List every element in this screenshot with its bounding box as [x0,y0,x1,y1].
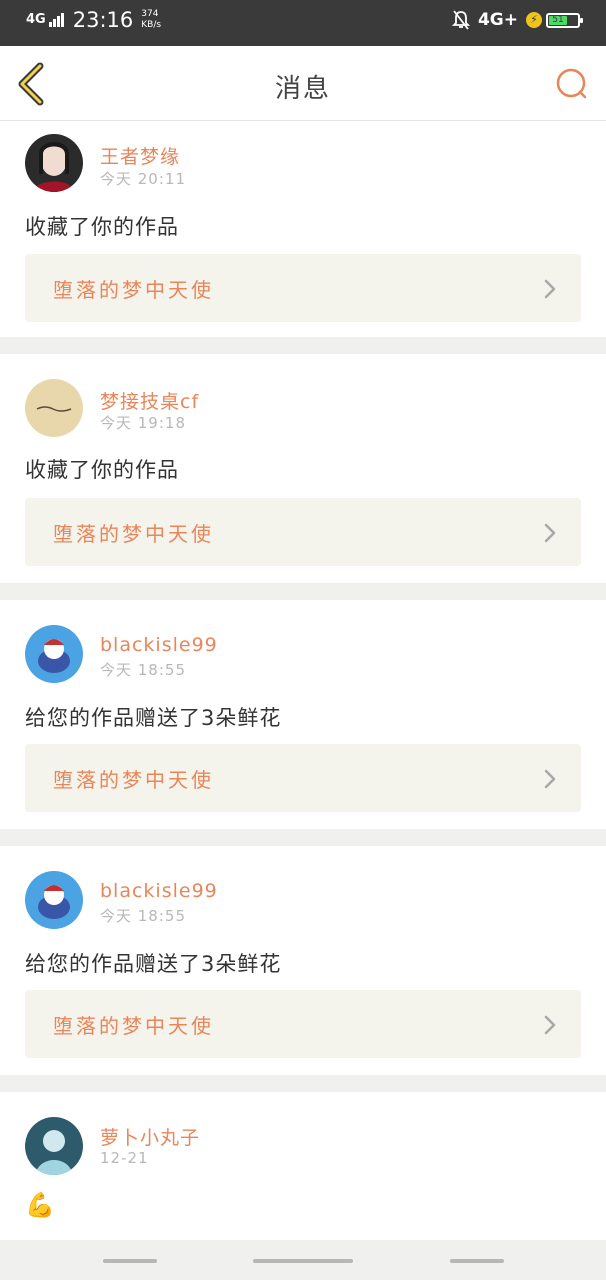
status-bar: 4G 23:16 374 KB/s 4G+ ⚡ 51 [0,0,606,46]
chevron-right-icon [544,1015,556,1035]
chevron-right-icon [544,769,556,789]
divider [0,1075,606,1092]
network-type-right: 4G+ [477,10,518,30]
divider [0,583,606,600]
network-type: 4G [26,12,46,27]
timestamp: 今天 18:55 [100,661,186,679]
divider [0,337,606,354]
message-list: 王者梦缘 今天 20:11 收藏了你的作品 堕落的梦中天使 梦接技桌cf 今天 … [0,121,606,1252]
message-item: 王者梦缘 今天 20:11 收藏了你的作品 堕落的梦中天使 [0,121,606,337]
work-title: 堕落的梦中天使 [53,522,214,546]
nav-back-button[interactable] [450,1259,504,1263]
work-link[interactable]: 堕落的梦中天使 [25,254,581,322]
avatar[interactable] [25,134,83,192]
clock: 23:16 [72,8,134,32]
timestamp: 今天 19:18 [100,414,186,432]
work-link[interactable]: 堕落的梦中天使 [25,744,581,812]
navigation-bar [0,1240,606,1280]
screen: 4G 23:16 374 KB/s 4G+ ⚡ 51 消息 王者梦缘 今天 20… [0,0,606,1280]
message-item: 梦接技桌cf 今天 19:18 收藏了你的作品 堕落的梦中天使 [0,354,606,583]
work-title: 堕落的梦中天使 [53,768,214,792]
avatar[interactable] [25,871,83,929]
speed-unit: KB/s [141,20,162,30]
header: 消息 [0,46,606,121]
nav-home-button[interactable] [253,1259,353,1263]
search-button[interactable] [554,66,590,102]
username[interactable]: 梦接技桌cf [100,387,199,414]
work-link[interactable]: 堕落的梦中天使 [25,990,581,1058]
message-text: 给您的作品赠送了3朵鲜花 [25,706,282,730]
message-text: 给您的作品赠送了3朵鲜花 [25,952,282,976]
chevron-right-icon [544,279,556,299]
work-link[interactable]: 堕落的梦中天使 [25,498,581,566]
avatar[interactable] [25,625,83,683]
battery-icon: 51 [546,12,583,28]
search-icon [556,68,587,99]
timestamp: 12-21 [100,1149,149,1167]
message-text: 收藏了你的作品 [25,458,179,482]
username[interactable]: 王者梦缘 [100,142,180,169]
network-speed: 374 KB/s [141,9,161,31]
message-item: blackisle99 今天 18:55 给您的作品赠送了3朵鲜花 堕落的梦中天… [0,600,606,829]
signal-icon [48,13,65,27]
timestamp: 今天 20:11 [100,170,186,188]
status-right: 4G+ ⚡ 51 [451,10,583,30]
battery-level: 51 [549,15,567,25]
timestamp: 今天 18:55 [100,907,186,925]
username[interactable]: blackisle99 [100,634,218,656]
work-title: 堕落的梦中天使 [53,278,214,302]
divider [0,829,606,846]
message-item: 萝卜小丸子 12-21 💪 [0,1092,606,1252]
username[interactable]: blackisle99 [100,880,218,902]
avatar[interactable] [25,379,83,437]
message-text: 💪 [25,1191,56,1219]
bell-muted-icon [451,10,470,30]
charging-icon: ⚡ [526,12,542,28]
status-left: 4G 23:16 374 KB/s [26,8,161,32]
message-item: blackisle99 今天 18:55 给您的作品赠送了3朵鲜花 堕落的梦中天… [0,846,606,1075]
message-text: 收藏了你的作品 [25,215,179,239]
avatar[interactable] [25,1117,83,1175]
chevron-right-icon [544,523,556,543]
speed-value: 374 [141,9,159,19]
work-title: 堕落的梦中天使 [53,1014,214,1038]
page-title: 消息 [274,74,331,104]
nav-menu-button[interactable] [103,1259,157,1263]
username[interactable]: 萝卜小丸子 [100,1123,200,1150]
